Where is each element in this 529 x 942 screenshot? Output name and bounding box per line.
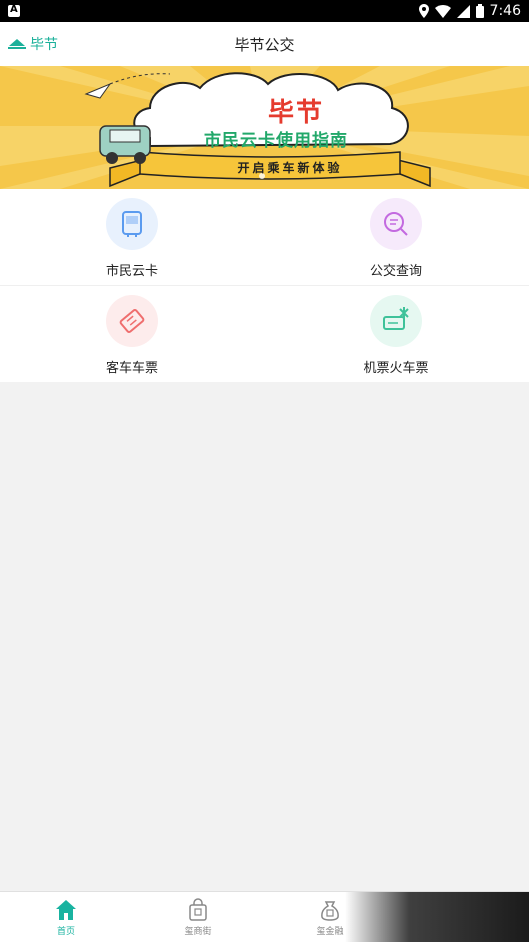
nav-label: 玺商街	[184, 927, 212, 937]
service-label: 机票火车票	[363, 361, 429, 376]
service-label: 客车车票	[105, 361, 158, 376]
nav-label: 首页	[56, 927, 75, 937]
status-time: 7:46	[489, 3, 521, 19]
app-header: 毕节 毕节公交	[0, 22, 529, 67]
bus-card-icon	[106, 198, 158, 250]
bus-search-icon	[370, 198, 422, 250]
promo-banner[interactable]: 毕节 市民云卡使用指南 开启乘车新体验	[0, 66, 529, 189]
service-label: 市民云卡	[105, 264, 158, 279]
banner-ribbon-text: 开启乘车新体验	[237, 161, 343, 175]
nav-shop[interactable]: 玺商街	[132, 892, 264, 942]
service-citizen-card[interactable]: 市民云卡	[0, 189, 264, 285]
ticket-icon	[106, 295, 158, 347]
banner-subtitle: 市民云卡使用指南	[204, 131, 348, 151]
app-notification-icon	[8, 4, 20, 17]
service-label: 公交查询	[369, 264, 422, 279]
battery-icon	[475, 4, 484, 18]
car-illustration	[99, 125, 151, 164]
service-coach-ticket[interactable]: 客车车票	[0, 286, 264, 382]
signal-icon	[456, 4, 470, 18]
status-icons: 7:46	[418, 2, 521, 20]
location-icon	[418, 4, 429, 18]
banner-title: 毕节	[267, 98, 324, 128]
service-bus-query[interactable]: 公交查询	[264, 189, 528, 285]
bottom-nav: 首页 玺商街 玺金融	[0, 891, 529, 942]
page-title: 毕节公交	[234, 36, 295, 54]
money-bag-icon	[321, 901, 339, 921]
plane-ticket-icon	[370, 295, 422, 347]
nav-overlay-shadow	[345, 892, 529, 942]
services-grid: 市民云卡 公交查询 客车车票 机票火车票	[0, 189, 529, 382]
shop-bag-icon	[189, 898, 207, 921]
wifi-icon	[434, 4, 451, 18]
service-plane-train-ticket[interactable]: 机票火车票	[264, 286, 528, 382]
status-bar: 7:46	[0, 0, 529, 22]
nav-home[interactable]: 首页	[0, 892, 132, 942]
home-icon	[56, 900, 76, 920]
